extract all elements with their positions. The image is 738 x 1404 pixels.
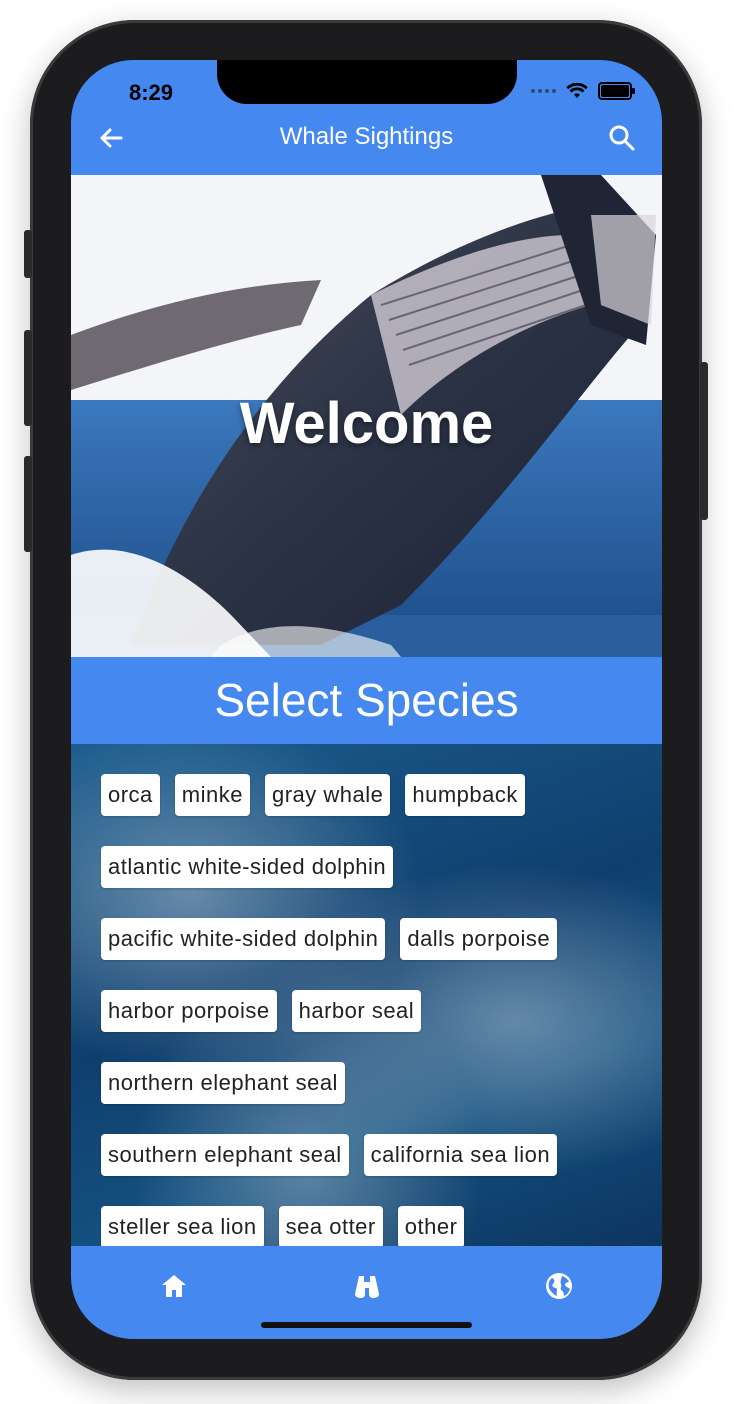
species-chip-sea-otter[interactable]: sea otter	[278, 1206, 383, 1246]
app-bar: Whale Sightings	[71, 118, 662, 175]
volume-down-button	[24, 456, 32, 552]
cellular-signal-icon	[531, 89, 556, 93]
search-icon[interactable]	[606, 122, 638, 154]
hero-banner: Welcome	[71, 175, 662, 657]
power-button	[700, 362, 708, 520]
species-chip-area: orca minke gray whale humpback atlantic …	[71, 744, 662, 1246]
species-chip-orca[interactable]: orca	[101, 774, 160, 816]
binoculars-icon[interactable]	[351, 1270, 383, 1302]
species-chip-pacific-white-sided-dolphin[interactable]: pacific white-sided dolphin	[101, 918, 386, 960]
species-chip-steller-sea-lion[interactable]: steller sea lion	[101, 1206, 264, 1246]
species-chip-harbor-porpoise[interactable]: harbor porpoise	[101, 990, 277, 1032]
species-chip-southern-elephant-seal[interactable]: southern elephant seal	[101, 1134, 349, 1176]
species-chip-harbor-seal[interactable]: harbor seal	[291, 990, 422, 1032]
status-bar: 8:29	[71, 60, 662, 118]
species-section-title: Select Species	[214, 674, 519, 726]
battery-icon	[598, 82, 635, 100]
app-screen: 8:29 Whale Sightings Welcome Select Spec…	[71, 60, 662, 1339]
species-chip-dalls-porpoise[interactable]: dalls porpoise	[400, 918, 558, 960]
species-chip-northern-elephant-seal[interactable]: northern elephant seal	[101, 1062, 345, 1104]
species-chip-other[interactable]: other	[397, 1206, 465, 1246]
status-icons	[531, 82, 635, 100]
wifi-icon	[566, 83, 588, 98]
globe-icon[interactable]	[543, 1270, 575, 1302]
species-section-header: Select Species	[71, 657, 662, 744]
species-chip-list: orca minke gray whale humpback atlantic …	[101, 774, 641, 1246]
home-icon[interactable]	[158, 1270, 190, 1302]
home-indicator[interactable]	[261, 1322, 472, 1328]
species-chip-gray-whale[interactable]: gray whale	[264, 774, 391, 816]
species-chip-minke[interactable]: minke	[174, 774, 250, 816]
app-title: Whale Sightings	[279, 123, 454, 150]
volume-up-button	[24, 330, 32, 426]
mute-switch	[24, 230, 32, 278]
device-notch	[217, 60, 517, 104]
species-chip-california-sea-lion[interactable]: california sea lion	[363, 1134, 558, 1176]
species-chip-atlantic-white-sided-dolphin[interactable]: atlantic white-sided dolphin	[101, 846, 394, 888]
status-time: 8:29	[129, 80, 174, 105]
welcome-heading: Welcome	[239, 391, 494, 456]
species-chip-humpback[interactable]: humpback	[405, 774, 525, 816]
